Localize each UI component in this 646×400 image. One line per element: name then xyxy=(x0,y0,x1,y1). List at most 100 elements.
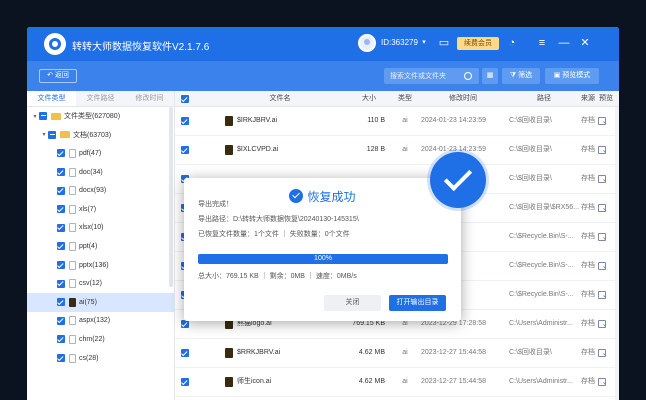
preview-icon[interactable] xyxy=(598,320,606,328)
tree-checkbox[interactable] xyxy=(57,354,65,363)
row-checkbox[interactable] xyxy=(181,146,189,154)
file-icon xyxy=(69,260,76,270)
filter-button[interactable]: ⧩ 筛选 xyxy=(502,68,540,84)
preview-icon[interactable] xyxy=(598,146,606,154)
file-icon xyxy=(69,279,76,289)
tab-file-path[interactable]: 文件路径 xyxy=(76,91,125,106)
tree-item-label: chm(22) xyxy=(79,335,105,343)
search-icon[interactable] xyxy=(464,72,472,80)
tree-item[interactable]: docx(93) xyxy=(27,181,174,200)
tree-checkbox[interactable] xyxy=(57,205,65,214)
tree-checkbox[interactable] xyxy=(57,149,65,158)
tree-item[interactable]: ▾ 文档(63703) xyxy=(27,126,174,145)
tree-item[interactable]: chm(22) xyxy=(27,330,174,349)
sidebar-scrollbar[interactable] xyxy=(169,107,173,287)
preview-icon[interactable] xyxy=(598,233,606,241)
tree-item[interactable]: ▾ 文件类型(627080) xyxy=(27,107,174,126)
vip-renew-button[interactable]: 续费会员 xyxy=(457,37,499,50)
select-all-checkbox[interactable] xyxy=(181,95,189,103)
tree-item[interactable]: xls(7) xyxy=(27,200,174,219)
monitor-icon[interactable]: ▭ xyxy=(437,37,451,49)
col-path[interactable]: 路径 xyxy=(509,91,579,107)
table-row[interactable]: $IXLCVPD.ai 128 Bai 2024-01-23 14:23:59 C:\… xyxy=(175,136,619,165)
tab-file-type[interactable]: 文件类型 xyxy=(27,91,76,106)
minimize-icon[interactable]: — xyxy=(557,37,571,49)
row-checkbox[interactable] xyxy=(181,349,189,357)
avatar[interactable] xyxy=(358,34,376,52)
row-checkbox[interactable] xyxy=(181,117,189,125)
col-type[interactable]: 类型 xyxy=(393,91,417,107)
tree-checkbox[interactable] xyxy=(57,242,65,251)
view-toggle-button[interactable]: ▦ xyxy=(482,68,498,84)
tree-checkbox[interactable] xyxy=(57,168,65,177)
cell-source: 存档 xyxy=(581,146,595,153)
tree-item[interactable]: cs(28) xyxy=(27,349,174,368)
expand-caret-icon[interactable]: ▾ xyxy=(31,113,39,120)
tree-checkbox[interactable] xyxy=(48,130,56,139)
tree-item-label: aspx(132) xyxy=(79,317,111,325)
tree-item[interactable]: pdf(47) xyxy=(27,144,174,163)
tree-checkbox[interactable] xyxy=(39,112,47,121)
close-icon[interactable]: ✕ xyxy=(578,37,592,49)
tree-item-label: xlsx(10) xyxy=(79,224,104,232)
preview-icon[interactable] xyxy=(598,175,606,183)
cell-path: C:\$回收目录\ xyxy=(509,117,552,124)
preview-icon[interactable] xyxy=(598,262,606,270)
menu-icon[interactable]: ≡ xyxy=(535,37,549,49)
tree-item-label: ppt(4) xyxy=(79,242,98,250)
col-name[interactable]: 文件名 xyxy=(215,91,345,107)
tree-checkbox[interactable] xyxy=(57,298,65,307)
open-output-folder-button[interactable]: 打开输出目录 xyxy=(389,295,446,311)
tree-checkbox[interactable] xyxy=(57,279,65,288)
expand-caret-icon[interactable]: ▾ xyxy=(40,131,48,138)
recovered-count-text: 已恢复文件数量：1个文件 ｜ 失败数量：0个文件 xyxy=(198,231,350,238)
row-checkbox[interactable] xyxy=(181,378,189,386)
back-label: 返回 xyxy=(54,72,69,79)
tree-checkbox[interactable] xyxy=(57,186,65,195)
dropdown-caret-icon[interactable]: ▾ xyxy=(417,37,431,49)
recovery-success-dialog: 恢复成功 导出完成！ 导出路径：D:\转转大师数据恢复\20240130-145… xyxy=(184,178,461,321)
tree-item[interactable]: ppt(4) xyxy=(27,237,174,256)
tree-item[interactable]: csv(12) xyxy=(27,274,174,293)
row-checkbox[interactable] xyxy=(181,320,189,328)
back-button[interactable]: ↶ 返回 xyxy=(39,69,77,83)
tree-checkbox[interactable] xyxy=(57,261,65,270)
preview-icon[interactable] xyxy=(598,204,606,212)
export-done-text: 导出完成！ xyxy=(198,201,233,208)
preview-icon: ▣ xyxy=(553,72,561,79)
tree-checkbox[interactable] xyxy=(57,316,65,325)
table-row[interactable]: 师生icon.ai 4.62 MB ai 2023-12-27 15:44:58 C:\… xyxy=(175,368,619,397)
tree-item[interactable]: pptx(136) xyxy=(27,256,174,275)
table-row[interactable]: $RRKJBRV.ai 4.62 MB ai 2023-12-27 15:44:58 C… xyxy=(175,339,619,368)
tree-item[interactable]: aspx(132) xyxy=(27,312,174,331)
cell-path: C:\$Recycle.Bin\S-... xyxy=(509,291,574,298)
preview-icon[interactable] xyxy=(598,378,606,386)
tree-item[interactable]: ai(75) xyxy=(27,292,174,312)
tree-item[interactable]: xlsx(10) xyxy=(27,219,174,238)
tree-checkbox[interactable] xyxy=(57,223,65,232)
col-size[interactable]: 大小 xyxy=(345,91,393,107)
col-modified[interactable]: 修改时间 xyxy=(417,91,509,107)
tree-item-label: csv(12) xyxy=(79,280,102,288)
close-button[interactable]: 关闭 xyxy=(324,295,381,311)
tree-checkbox[interactable] xyxy=(57,335,65,344)
col-preview[interactable]: 预览 xyxy=(597,91,615,107)
cell-source: 存档 xyxy=(581,117,595,124)
preview-mode-button[interactable]: ▣ 预览模式 xyxy=(545,68,599,84)
user-id[interactable]: ID:363279 xyxy=(381,38,418,47)
file-icon xyxy=(69,241,76,251)
progress-bar: 100% xyxy=(198,254,448,264)
col-source[interactable]: 来源 xyxy=(579,91,597,107)
grid-view-icon: ▦ xyxy=(486,72,494,79)
tree-item[interactable]: doc(34) xyxy=(27,163,174,182)
table-row[interactable]: $IRKJBRV.ai 110 B ai 2024-01-23 14:23:59 C:\… xyxy=(175,107,619,136)
tab-modified-time[interactable]: 修改时间 xyxy=(125,91,174,106)
preview-icon[interactable] xyxy=(598,117,606,125)
preview-icon[interactable] xyxy=(598,291,606,299)
cell-size: 128 B xyxy=(366,146,385,153)
cell-type: ai xyxy=(402,378,408,385)
cell-source: 存档 xyxy=(581,320,595,327)
support-icon[interactable]: ◔ xyxy=(505,37,519,49)
table-scrollbar[interactable] xyxy=(615,107,619,400)
preview-icon[interactable] xyxy=(598,349,606,357)
